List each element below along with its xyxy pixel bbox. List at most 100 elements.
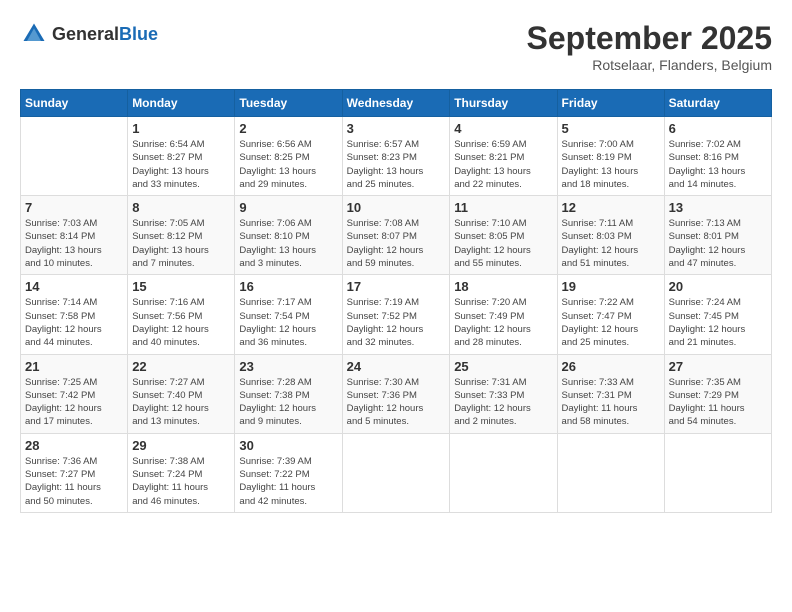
day-number: 30 xyxy=(239,438,337,453)
day-number: 23 xyxy=(239,359,337,374)
day-info: Sunrise: 7:35 AM Sunset: 7:29 PM Dayligh… xyxy=(669,376,767,429)
day-info: Sunrise: 7:06 AM Sunset: 8:10 PM Dayligh… xyxy=(239,217,337,270)
calendar-cell: 11Sunrise: 7:10 AM Sunset: 8:05 PM Dayli… xyxy=(450,196,557,275)
column-header-monday: Monday xyxy=(128,90,235,117)
logo: GeneralBlue xyxy=(20,20,158,48)
month-title: September 2025 xyxy=(527,20,772,57)
calendar-cell: 23Sunrise: 7:28 AM Sunset: 7:38 PM Dayli… xyxy=(235,354,342,433)
day-number: 16 xyxy=(239,279,337,294)
day-info: Sunrise: 7:25 AM Sunset: 7:42 PM Dayligh… xyxy=(25,376,123,429)
day-number: 22 xyxy=(132,359,230,374)
day-info: Sunrise: 7:36 AM Sunset: 7:27 PM Dayligh… xyxy=(25,455,123,508)
calendar-cell: 5 Sunrise: 7:00 AM Sunset: 8:19 PM Daylig… xyxy=(557,117,664,196)
day-info: Sunrise: 7:19 AM Sunset: 7:52 PM Dayligh… xyxy=(347,296,446,349)
calendar-cell: 1 Sunrise: 6:54 AM Sunset: 8:27 PM Daylig… xyxy=(128,117,235,196)
day-info: Sunrise: 7:10 AM Sunset: 8:05 PM Dayligh… xyxy=(454,217,552,270)
day-number: 9 xyxy=(239,200,337,215)
day-number: 20 xyxy=(669,279,767,294)
calendar-cell: 21Sunrise: 7:25 AM Sunset: 7:42 PM Dayli… xyxy=(21,354,128,433)
day-number: 25 xyxy=(454,359,552,374)
day-number: 19 xyxy=(562,279,660,294)
location-text: Rotselaar, Flanders, Belgium xyxy=(527,57,772,73)
day-number: 1 xyxy=(132,121,230,136)
column-header-saturday: Saturday xyxy=(664,90,771,117)
day-info: Sunrise: 7:33 AM Sunset: 7:31 PM Dayligh… xyxy=(562,376,660,429)
calendar-cell: 10 Sunrise: 7:08 AM Sunset: 8:07 PM Dayli… xyxy=(342,196,450,275)
calendar-cell: 7Sunrise: 7:03 AM Sunset: 8:14 PM Daylig… xyxy=(21,196,128,275)
calendar-cell: 13Sunrise: 7:13 AM Sunset: 8:01 PM Dayli… xyxy=(664,196,771,275)
logo-icon xyxy=(20,20,48,48)
day-number: 12 xyxy=(562,200,660,215)
calendar-cell: 17 Sunrise: 7:19 AM Sunset: 7:52 PM Dayli… xyxy=(342,275,450,354)
day-number: 2 xyxy=(239,121,337,136)
day-info: Sunrise: 6:54 AM Sunset: 8:27 PM Dayligh… xyxy=(132,138,230,191)
calendar-cell xyxy=(664,433,771,512)
calendar-cell: 27 Sunrise: 7:35 AM Sunset: 7:29 PM Dayli… xyxy=(664,354,771,433)
day-info: Sunrise: 7:17 AM Sunset: 7:54 PM Dayligh… xyxy=(239,296,337,349)
day-info: Sunrise: 7:00 AM Sunset: 8:19 PM Dayligh… xyxy=(562,138,660,191)
column-header-tuesday: Tuesday xyxy=(235,90,342,117)
day-info: Sunrise: 7:08 AM Sunset: 8:07 PM Dayligh… xyxy=(347,217,446,270)
day-number: 24 xyxy=(347,359,446,374)
column-header-wednesday: Wednesday xyxy=(342,90,450,117)
calendar-cell: 24 Sunrise: 7:30 AM Sunset: 7:36 PM Dayli… xyxy=(342,354,450,433)
day-info: Sunrise: 7:22 AM Sunset: 7:47 PM Dayligh… xyxy=(562,296,660,349)
day-info: Sunrise: 7:31 AM Sunset: 7:33 PM Dayligh… xyxy=(454,376,552,429)
calendar-cell xyxy=(557,433,664,512)
calendar-cell: 28 Sunrise: 7:36 AM Sunset: 7:27 PM Dayli… xyxy=(21,433,128,512)
day-info: Sunrise: 6:56 AM Sunset: 8:25 PM Dayligh… xyxy=(239,138,337,191)
day-info: Sunrise: 7:38 AM Sunset: 7:24 PM Dayligh… xyxy=(132,455,230,508)
calendar-cell: 3Sunrise: 6:57 AM Sunset: 8:23 PM Daylig… xyxy=(342,117,450,196)
day-number: 14 xyxy=(25,279,123,294)
day-info: Sunrise: 6:57 AM Sunset: 8:23 PM Dayligh… xyxy=(347,138,446,191)
calendar-header-row: SundayMondayTuesdayWednesdayThursdayFrid… xyxy=(21,90,772,117)
calendar-cell: 26 Sunrise: 7:33 AM Sunset: 7:31 PM Dayli… xyxy=(557,354,664,433)
day-info: Sunrise: 7:39 AM Sunset: 7:22 PM Dayligh… xyxy=(239,455,337,508)
day-number: 15 xyxy=(132,279,230,294)
day-info: Sunrise: 6:59 AM Sunset: 8:21 PM Dayligh… xyxy=(454,138,552,191)
day-number: 10 xyxy=(347,200,446,215)
calendar-cell: 16 Sunrise: 7:17 AM Sunset: 7:54 PM Dayli… xyxy=(235,275,342,354)
column-header-friday: Friday xyxy=(557,90,664,117)
day-info: Sunrise: 7:11 AM Sunset: 8:03 PM Dayligh… xyxy=(562,217,660,270)
day-number: 17 xyxy=(347,279,446,294)
day-number: 27 xyxy=(669,359,767,374)
day-info: Sunrise: 7:14 AM Sunset: 7:58 PM Dayligh… xyxy=(25,296,123,349)
calendar-cell: 20Sunrise: 7:24 AM Sunset: 7:45 PM Dayli… xyxy=(664,275,771,354)
calendar-week-5: 28 Sunrise: 7:36 AM Sunset: 7:27 PM Dayli… xyxy=(21,433,772,512)
calendar-cell xyxy=(450,433,557,512)
calendar-table: SundayMondayTuesdayWednesdayThursdayFrid… xyxy=(20,89,772,513)
calendar-week-3: 14 Sunrise: 7:14 AM Sunset: 7:58 PM Dayli… xyxy=(21,275,772,354)
day-number: 28 xyxy=(25,438,123,453)
calendar-cell: 6 Sunrise: 7:02 AM Sunset: 8:16 PM Daylig… xyxy=(664,117,771,196)
day-number: 8 xyxy=(132,200,230,215)
day-info: Sunrise: 7:20 AM Sunset: 7:49 PM Dayligh… xyxy=(454,296,552,349)
day-info: Sunrise: 7:30 AM Sunset: 7:36 PM Dayligh… xyxy=(347,376,446,429)
day-number: 6 xyxy=(669,121,767,136)
logo-general-text: General xyxy=(52,24,119,44)
calendar-cell: 25 Sunrise: 7:31 AM Sunset: 7:33 PM Dayli… xyxy=(450,354,557,433)
calendar-cell: 14 Sunrise: 7:14 AM Sunset: 7:58 PM Dayli… xyxy=(21,275,128,354)
calendar-cell: 22 Sunrise: 7:27 AM Sunset: 7:40 PM Dayli… xyxy=(128,354,235,433)
calendar-week-2: 7Sunrise: 7:03 AM Sunset: 8:14 PM Daylig… xyxy=(21,196,772,275)
calendar-cell: 2 Sunrise: 6:56 AM Sunset: 8:25 PM Daylig… xyxy=(235,117,342,196)
page-header: GeneralBlue September 2025 Rotselaar, Fl… xyxy=(20,20,772,73)
day-info: Sunrise: 7:27 AM Sunset: 7:40 PM Dayligh… xyxy=(132,376,230,429)
calendar-cell: 4Sunrise: 6:59 AM Sunset: 8:21 PM Daylig… xyxy=(450,117,557,196)
day-number: 29 xyxy=(132,438,230,453)
day-info: Sunrise: 7:02 AM Sunset: 8:16 PM Dayligh… xyxy=(669,138,767,191)
calendar-cell: 29 Sunrise: 7:38 AM Sunset: 7:24 PM Dayli… xyxy=(128,433,235,512)
day-number: 26 xyxy=(562,359,660,374)
day-number: 5 xyxy=(562,121,660,136)
calendar-cell: 30 Sunrise: 7:39 AM Sunset: 7:22 PM Dayli… xyxy=(235,433,342,512)
calendar-cell: 18 Sunrise: 7:20 AM Sunset: 7:49 PM Dayli… xyxy=(450,275,557,354)
day-number: 7 xyxy=(25,200,123,215)
calendar-week-4: 21Sunrise: 7:25 AM Sunset: 7:42 PM Dayli… xyxy=(21,354,772,433)
logo-blue-text: Blue xyxy=(119,24,158,44)
day-number: 18 xyxy=(454,279,552,294)
title-block: September 2025 Rotselaar, Flanders, Belg… xyxy=(527,20,772,73)
day-number: 13 xyxy=(669,200,767,215)
calendar-cell: 15Sunrise: 7:16 AM Sunset: 7:56 PM Dayli… xyxy=(128,275,235,354)
calendar-cell: 9 Sunrise: 7:06 AM Sunset: 8:10 PM Daylig… xyxy=(235,196,342,275)
day-info: Sunrise: 7:05 AM Sunset: 8:12 PM Dayligh… xyxy=(132,217,230,270)
